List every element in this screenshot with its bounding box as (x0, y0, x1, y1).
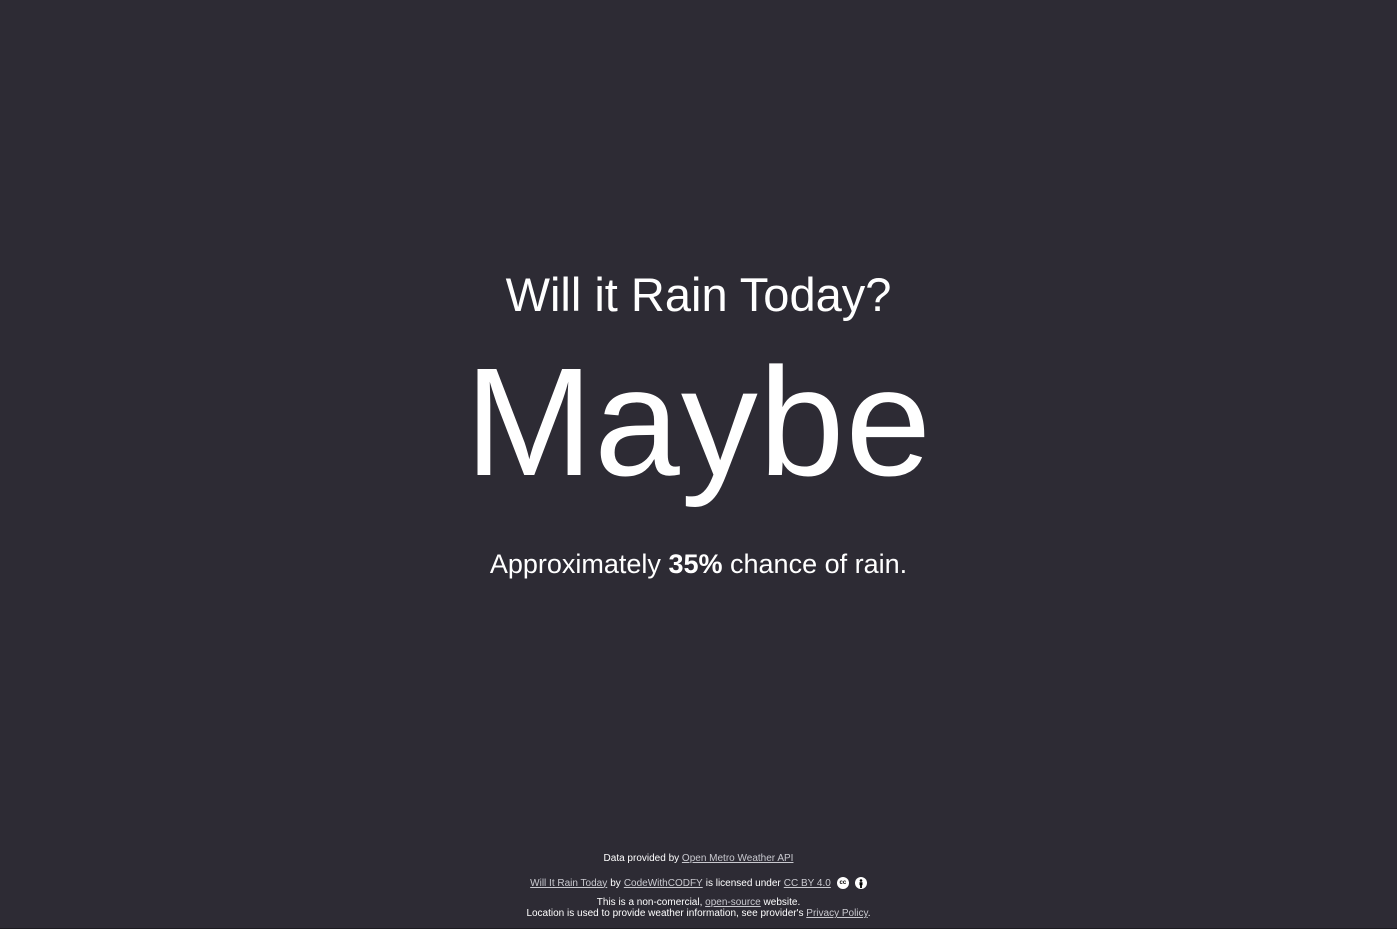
location-line: Location is used to provide weather info… (0, 908, 1397, 919)
period: . (867, 908, 871, 919)
noncommercial-suffix: website. (763, 897, 801, 908)
data-credit: Data provided by Open Metro Weather API (0, 853, 1397, 864)
license-line: Will It Rain Today by CodeWithCODFY is l… (0, 877, 1397, 889)
answer-text: Maybe (464, 336, 933, 508)
by-icon (854, 877, 867, 889)
chance-prefix: Approximately (489, 549, 661, 579)
chance-text: Approximately 35% chance of rain. (0, 547, 1397, 581)
main-content: Will it Rain Today? Maybe Approximately … (0, 265, 1397, 581)
footer: Data provided by Open Metro Weather API … (0, 853, 1397, 919)
cc-icon: cc (836, 877, 849, 889)
page: Will it Rain Today? Maybe Approximately … (0, 0, 1397, 929)
noncommercial-line: This is a non-comercial, open-source web… (0, 897, 1397, 908)
by-text: by (610, 877, 621, 889)
chance-suffix: chance of rain. (730, 549, 908, 579)
chance-value: 35% (668, 549, 723, 579)
open-source-link[interactable]: open-source (705, 897, 761, 908)
open-metro-link[interactable]: Open Metro Weather API (682, 853, 794, 864)
licensed-text: is licensed under (705, 877, 781, 889)
privacy-policy-link[interactable]: Privacy Policy (806, 908, 868, 919)
question-heading: Will it Rain Today? (505, 268, 892, 321)
noncommercial-prefix: This is a non-comercial, (596, 897, 703, 908)
location-text: Location is used to provide weather info… (526, 908, 804, 919)
license-link[interactable]: CC BY 4.0 (784, 878, 831, 889)
data-credit-prefix: Data provided by (603, 853, 680, 864)
author-link[interactable]: CodeWithCODFY (624, 878, 703, 889)
site-link[interactable]: Will It Rain Today (530, 878, 607, 889)
